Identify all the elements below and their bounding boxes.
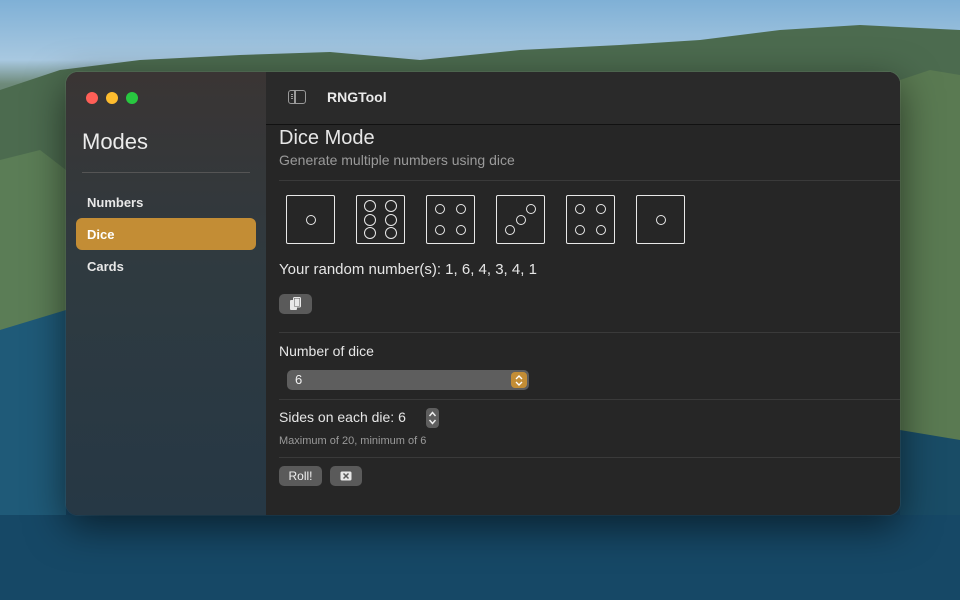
die-pip <box>435 224 446 235</box>
die-pip <box>595 224 606 235</box>
minimize-window-button[interactable] <box>106 92 118 104</box>
die-pip <box>525 204 536 215</box>
die-pip <box>505 224 516 235</box>
desktop-wallpaper: Modes Numbers Dice Cards RNGTool Dice Mo… <box>0 0 960 600</box>
sidebar-item-label: Dice <box>87 226 115 242</box>
die-face <box>496 195 545 244</box>
app-window: Modes Numbers Dice Cards RNGTool Dice Mo… <box>66 72 900 515</box>
app-title: RNGTool <box>327 89 387 105</box>
sidebar-item-cards[interactable]: Cards <box>76 250 256 282</box>
zoom-window-button[interactable] <box>126 92 138 104</box>
die-pip <box>655 214 666 225</box>
die-pip <box>364 226 377 239</box>
divider <box>279 180 900 181</box>
die-face <box>356 195 405 244</box>
close-window-button[interactable] <box>86 92 98 104</box>
page-subtitle: Generate multiple numbers using dice <box>279 152 515 168</box>
toolbar: RNGTool <box>266 72 900 125</box>
sides-hint: Maximum of 20, minimum of 6 <box>279 435 427 447</box>
page-title: Dice Mode <box>279 127 375 149</box>
die-pip <box>575 204 586 215</box>
die-pip <box>384 226 397 239</box>
sidebar-item-label: Cards <box>87 258 124 274</box>
die-pip <box>384 213 397 226</box>
number-of-dice-select[interactable]: 6 <box>287 370 529 390</box>
number-of-dice-value: 6 <box>295 372 303 387</box>
die-pip <box>364 200 377 213</box>
sidebar-item-dice[interactable]: Dice <box>76 218 256 250</box>
die-pip <box>384 200 397 213</box>
die-face <box>566 195 615 244</box>
roll-button[interactable]: Roll! <box>279 466 322 486</box>
sidebar-title: Modes <box>82 129 149 154</box>
sides-stepper[interactable] <box>426 408 439 428</box>
sidebar: Modes Numbers Dice Cards <box>66 72 267 515</box>
chevron-up-down-icon <box>511 372 527 388</box>
traffic-lights <box>86 92 138 104</box>
copy-icon <box>290 297 301 310</box>
die-pip <box>455 204 466 215</box>
copy-button[interactable] <box>279 294 312 314</box>
result-text: Your random number(s): 1, 6, 4, 3, 4, 1 <box>279 261 537 278</box>
die-pip <box>435 204 446 215</box>
sidebar-item-label: Numbers <box>87 194 144 210</box>
divider <box>279 457 900 458</box>
die-pip <box>515 214 526 225</box>
die-pip <box>364 213 377 226</box>
roll-button-label: Roll! <box>288 469 313 483</box>
divider <box>279 399 900 400</box>
die-face <box>286 195 335 244</box>
die-face <box>426 195 475 244</box>
die-pip <box>305 214 316 225</box>
clear-button[interactable] <box>330 466 362 486</box>
main-panel: RNGTool Dice Mode Generate multiple numb… <box>266 72 900 515</box>
divider <box>279 332 900 333</box>
die-pip <box>595 204 606 215</box>
die-face <box>636 195 685 244</box>
number-of-dice-label: Number of dice <box>279 343 374 359</box>
sidebar-toggle-icon[interactable] <box>288 90 306 104</box>
die-pip <box>575 224 586 235</box>
sidebar-item-numbers[interactable]: Numbers <box>76 186 256 218</box>
die-pip <box>455 224 466 235</box>
stepper-arrows-icon <box>428 411 437 425</box>
sides-label: Sides on each die: 6 <box>279 409 406 425</box>
clear-icon <box>340 471 352 481</box>
dice-faces-row <box>286 195 685 244</box>
dice-mode-content: Dice Mode Generate multiple numbers usin… <box>279 124 900 515</box>
sidebar-divider <box>82 172 250 173</box>
